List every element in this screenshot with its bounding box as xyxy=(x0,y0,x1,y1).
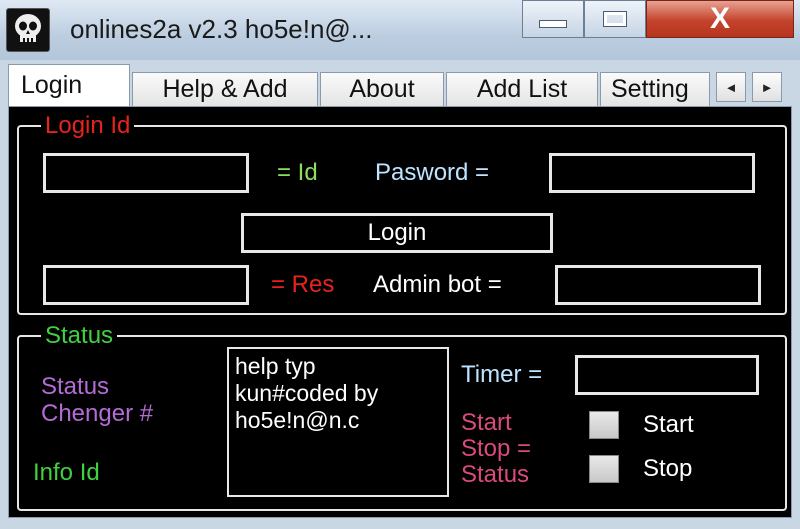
maximize-button[interactable] xyxy=(584,0,646,38)
minimize-button[interactable] xyxy=(522,0,584,38)
status-legend: Status xyxy=(41,324,118,348)
login-tab-panel: Login Id = Id Pasword = Login = Res Admi… xyxy=(8,106,792,518)
login-button[interactable]: Login xyxy=(241,213,553,253)
timer-label: Timer = xyxy=(461,361,543,388)
password-input[interactable] xyxy=(549,153,755,193)
start-stop-label-line3: Status xyxy=(461,461,530,488)
start-stop-label-line1: Start xyxy=(461,409,512,436)
tab-help-add[interactable]: Help & Add xyxy=(132,72,318,106)
tab-strip: Login Help & Add About Add List Setting … xyxy=(8,64,792,106)
id-input[interactable] xyxy=(43,153,249,193)
status-group: Status Status Chenger # Info Id help typ… xyxy=(17,324,787,511)
id-label: = Id xyxy=(277,159,318,186)
status-changer-label-line2: Chenger # xyxy=(41,400,154,427)
login-id-group: Login Id = Id Pasword = Login = Res Admi… xyxy=(17,114,787,315)
admin-bot-input[interactable] xyxy=(555,265,761,305)
tab-about[interactable]: About xyxy=(320,72,444,106)
tab-login[interactable]: Login xyxy=(8,64,130,106)
minimize-icon xyxy=(539,20,567,28)
res-input[interactable] xyxy=(43,265,249,305)
memo-line: kun#coded by xyxy=(235,380,379,406)
maximize-icon xyxy=(603,11,627,27)
window-body: Login Help & Add About Add List Setting … xyxy=(0,60,800,529)
start-stop-label-line2: Stop = xyxy=(461,435,532,462)
stop-checkbox-label[interactable]: Stop xyxy=(643,455,692,483)
timer-input[interactable] xyxy=(575,355,759,395)
info-id-label: Info Id xyxy=(33,459,100,486)
close-icon: X xyxy=(709,2,730,35)
stop-checkbox[interactable] xyxy=(589,455,619,483)
start-checkbox-label[interactable]: Start xyxy=(643,411,694,439)
close-button[interactable]: X xyxy=(646,0,794,38)
memo-line: ho5e!n@n.c xyxy=(235,407,360,433)
password-label: Pasword = xyxy=(375,159,490,186)
window-controls: X xyxy=(522,0,794,40)
tab-add-list[interactable]: Add List xyxy=(446,72,598,106)
window-title: onlines2a v2.3 ho5e!n@... xyxy=(70,14,373,44)
login-id-legend: Login Id xyxy=(41,114,135,138)
tab-scroll-right-icon[interactable]: ► xyxy=(752,72,782,102)
info-memo[interactable]: help typ kun#coded by ho5e!n@n.c xyxy=(227,347,449,497)
res-label: = Res xyxy=(271,271,335,298)
admin-bot-label: Admin bot = xyxy=(373,271,502,298)
memo-line: help typ xyxy=(235,353,316,379)
tab-scroll-left-icon[interactable]: ◄ xyxy=(716,72,746,102)
status-changer-label-line1: Status xyxy=(41,373,110,400)
tab-setting[interactable]: Setting xyxy=(600,72,710,106)
start-checkbox[interactable] xyxy=(589,411,619,439)
skull-icon[interactable] xyxy=(6,8,50,52)
title-bar: onlines2a v2.3 ho5e!n@... X xyxy=(0,0,800,60)
